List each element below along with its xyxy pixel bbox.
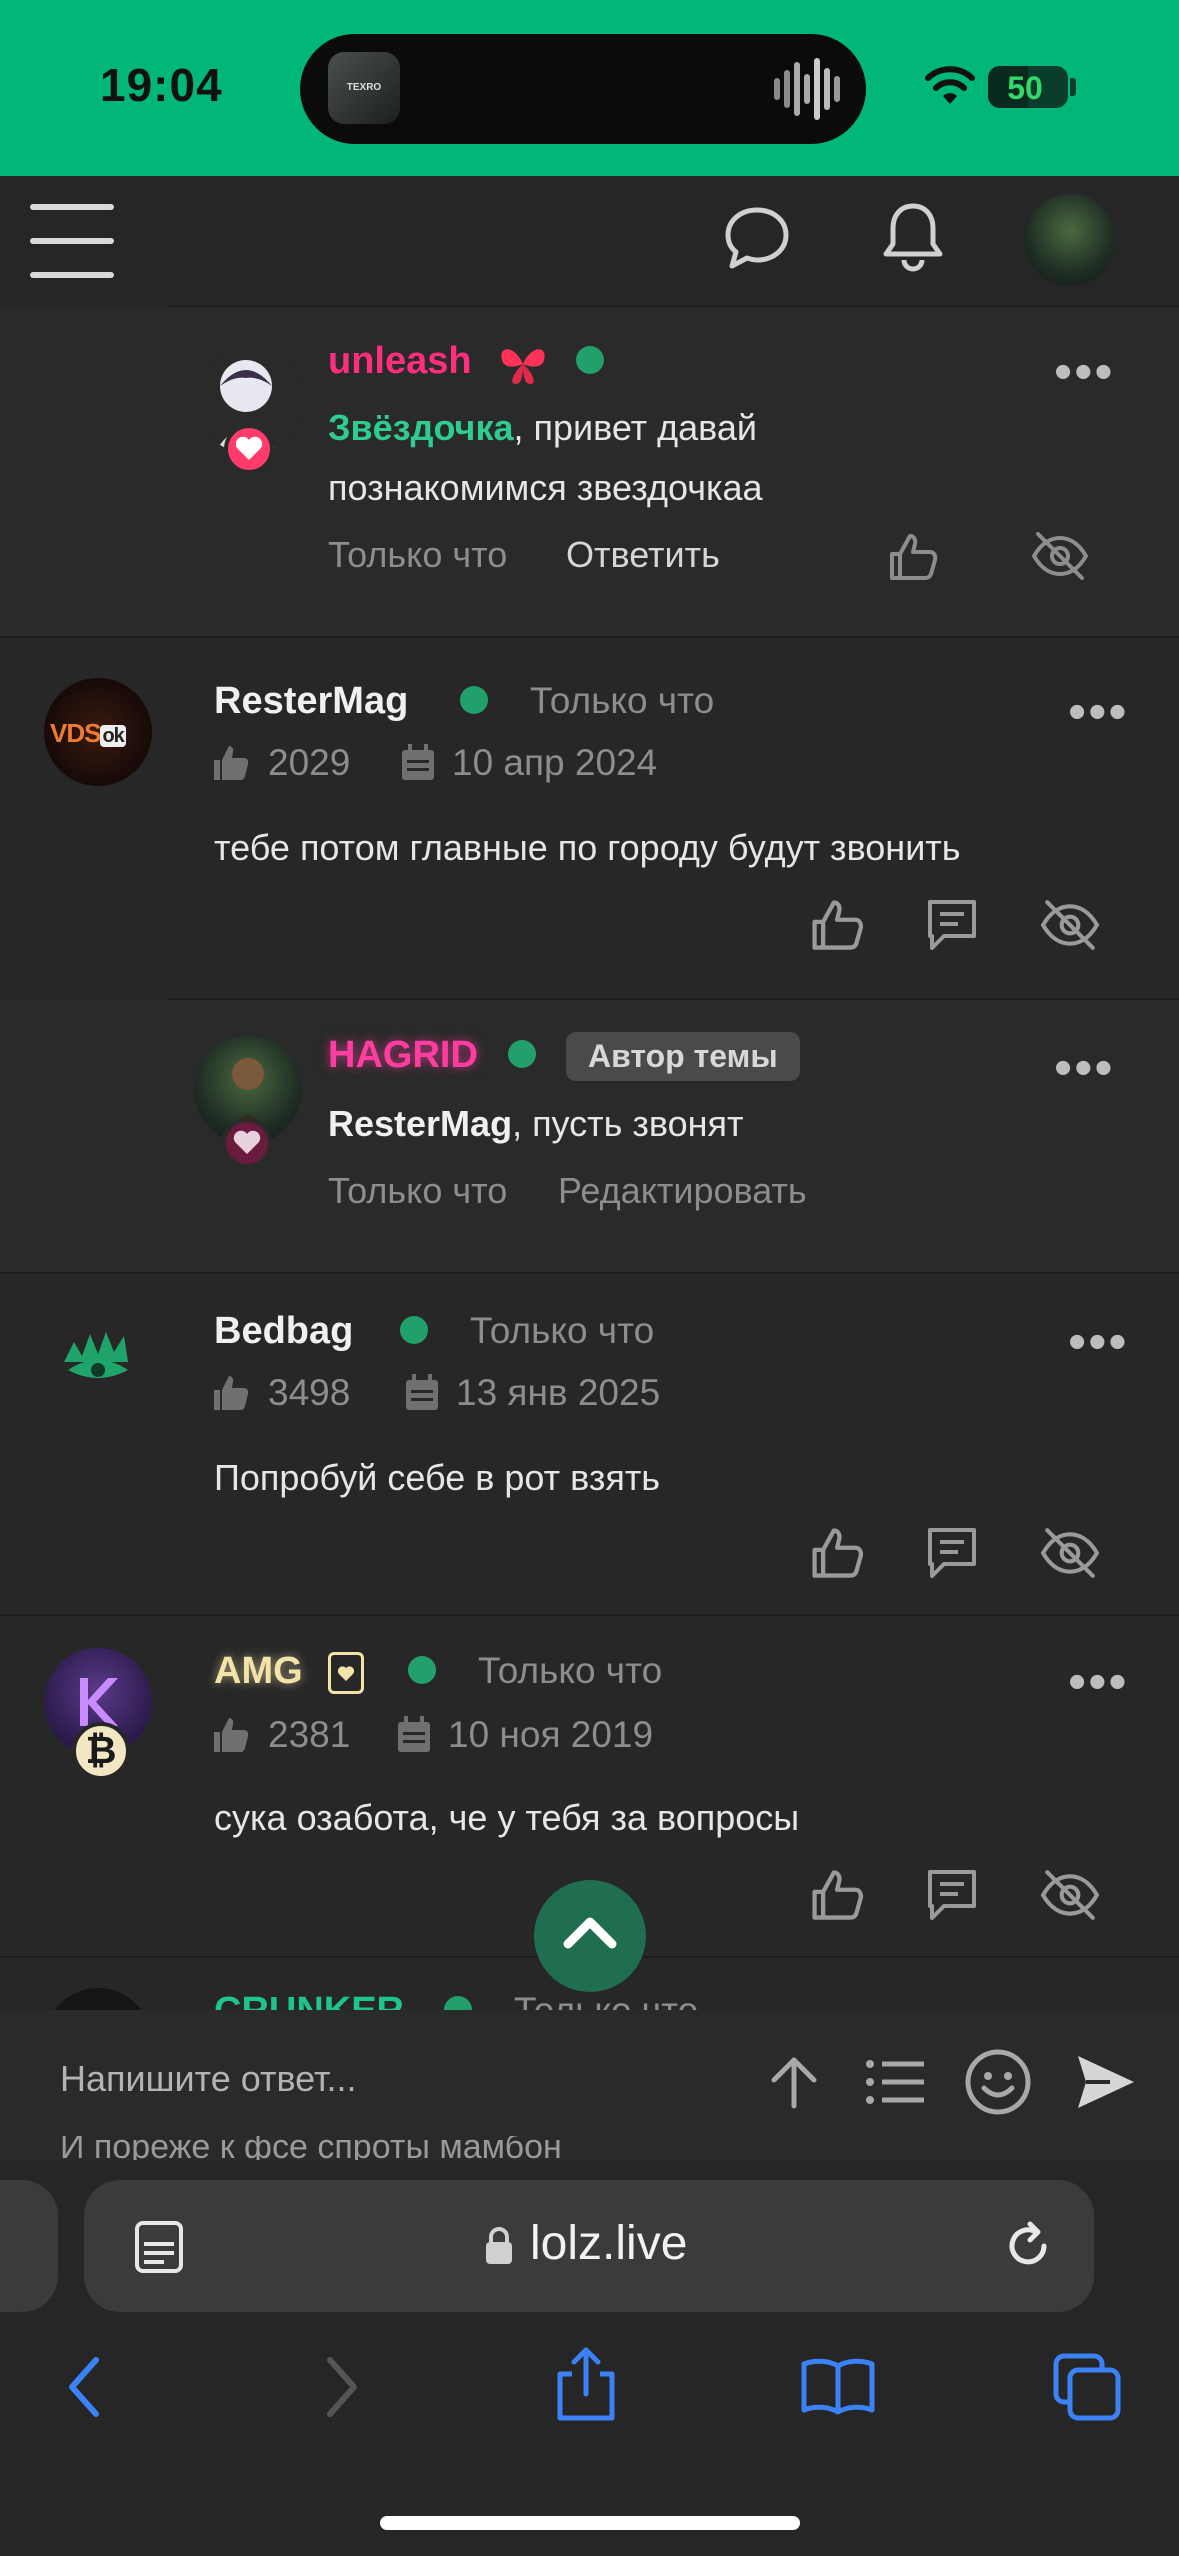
reply-icon[interactable] <box>922 894 982 954</box>
more-options-icon[interactable]: ••• <box>1054 346 1115 398</box>
more-options-icon[interactable]: ••• <box>1054 1042 1115 1094</box>
topic-author-badge: Автор темы <box>566 1032 800 1081</box>
soundwave-icon <box>772 56 842 122</box>
username[interactable]: unleash <box>328 340 472 383</box>
comment-time: Только что <box>530 680 715 721</box>
forward-icon[interactable] <box>322 2354 362 2420</box>
registration-date: 10 апр 2024 <box>452 742 658 783</box>
edit-button[interactable]: Редактировать <box>558 1170 807 1212</box>
calendar-icon <box>404 1374 440 1412</box>
reader-mode-icon[interactable] <box>134 2220 184 2274</box>
comment-time: Только что <box>514 1990 698 2010</box>
online-indicator <box>460 686 488 714</box>
share-icon[interactable] <box>554 2346 618 2422</box>
registration-date: 13 янв 2025 <box>456 1372 661 1413</box>
hide-eye-icon[interactable] <box>1038 896 1102 954</box>
list-icon[interactable] <box>864 2054 928 2110</box>
username[interactable]: Bedbag <box>214 1310 353 1353</box>
hide-eye-icon[interactable] <box>1038 1524 1102 1582</box>
like-icon[interactable] <box>884 528 940 584</box>
bell-icon[interactable] <box>880 200 946 272</box>
username[interactable]: AMG <box>214 1650 303 1693</box>
online-indicator <box>576 346 604 374</box>
url-text[interactable]: lolz.live <box>530 2216 687 2271</box>
upload-arrow-icon[interactable] <box>766 2052 822 2112</box>
reply-icon[interactable] <box>922 1522 982 1582</box>
wifi-icon <box>924 66 976 106</box>
heart-badge-icon <box>222 1118 272 1168</box>
reply-button[interactable]: Ответить <box>566 534 720 576</box>
previous-tab-edge[interactable] <box>0 2180 58 2312</box>
mention[interactable]: ResterMag <box>328 1103 512 1144</box>
status-time: 19:04 <box>100 59 223 111</box>
avatar[interactable]: VDS ok <box>44 678 152 786</box>
likes-count: 2029 <box>268 742 351 783</box>
avatar[interactable] <box>44 1988 152 2010</box>
comment-text: сука озабота, че у тебя за вопросы <box>214 1797 800 1838</box>
username[interactable]: HAGRID <box>328 1034 478 1077</box>
comment-text-line2: познакомимся звездочкаа <box>328 467 763 508</box>
butterfly-icon <box>496 340 550 388</box>
more-options-icon[interactable]: ••• <box>1068 1656 1129 1708</box>
emoji-icon[interactable] <box>964 2048 1032 2116</box>
calendar-icon <box>400 744 436 782</box>
likes-icon <box>210 1714 252 1756</box>
online-indicator <box>444 1996 472 2010</box>
more-options-icon[interactable]: ••• <box>1068 686 1129 738</box>
hide-eye-icon[interactable] <box>1038 1866 1102 1924</box>
reply-icon[interactable] <box>922 1864 982 1924</box>
mention[interactable]: Звёздочка <box>328 407 513 448</box>
hamburger-menu-icon[interactable] <box>0 196 140 286</box>
like-icon[interactable] <box>806 894 866 954</box>
registration-date: 10 ноя 2019 <box>448 1714 654 1755</box>
online-indicator <box>400 1316 428 1344</box>
shield-heart-icon <box>328 1652 364 1694</box>
bookmarks-icon[interactable] <box>800 2356 876 2416</box>
comment-text: тебе потом главные по городу будут звони… <box>214 827 961 868</box>
like-icon[interactable] <box>806 1864 866 1924</box>
calendar-icon <box>396 1716 432 1754</box>
likes-icon <box>210 1372 252 1414</box>
online-indicator <box>408 1656 436 1684</box>
comment-text: Попробуй себе в рот взять <box>214 1457 661 1498</box>
send-icon[interactable] <box>1074 2050 1138 2114</box>
app-header <box>0 176 1179 306</box>
like-icon[interactable] <box>806 1522 866 1582</box>
username[interactable]: ResterMag <box>214 680 408 723</box>
chevron-up-icon <box>563 1917 617 1949</box>
chat-bubble-icon[interactable] <box>722 204 792 270</box>
home-indicator[interactable] <box>380 2516 800 2530</box>
tabs-icon[interactable] <box>1052 2352 1122 2422</box>
bitcoin-badge-icon: ₿ <box>72 1722 130 1780</box>
lock-icon <box>484 2226 514 2266</box>
online-indicator <box>508 1040 536 1068</box>
comment-time: Только что <box>470 1310 655 1351</box>
comment-time: Только что <box>478 1650 663 1691</box>
profile-avatar[interactable] <box>1024 194 1116 286</box>
battery-tip <box>1070 78 1076 96</box>
reload-icon[interactable] <box>1000 2218 1056 2274</box>
battery-icon: 50 <box>988 66 1068 108</box>
scroll-to-top-button[interactable] <box>534 1880 646 1992</box>
battery-level: 50 <box>1007 70 1043 106</box>
clipped-text: И пореже к фсе спроты мамбон <box>60 2136 562 2160</box>
comment-time: Только что <box>328 1170 508 1211</box>
likes-count: 3498 <box>268 1372 351 1413</box>
more-options-icon[interactable]: ••• <box>1068 1316 1129 1368</box>
username[interactable]: CRUNKER <box>214 1990 404 2010</box>
back-icon[interactable] <box>64 2354 104 2420</box>
reply-input[interactable]: Напишите ответ... <box>60 2058 357 2100</box>
heart-badge-icon <box>224 424 274 474</box>
avatar[interactable] <box>44 1306 152 1414</box>
likes-count: 2381 <box>268 1714 351 1755</box>
island-app-icon: TEXRO <box>328 52 400 124</box>
island-app-label: TEXRO <box>346 82 382 93</box>
comment-text: Звёздочка, привет давай <box>328 407 758 448</box>
hide-eye-icon[interactable] <box>1030 528 1090 584</box>
likes-icon <box>210 742 252 784</box>
comment-time: Только что <box>328 534 508 575</box>
comment-text: ResterMag, пусть звонят <box>328 1103 744 1144</box>
